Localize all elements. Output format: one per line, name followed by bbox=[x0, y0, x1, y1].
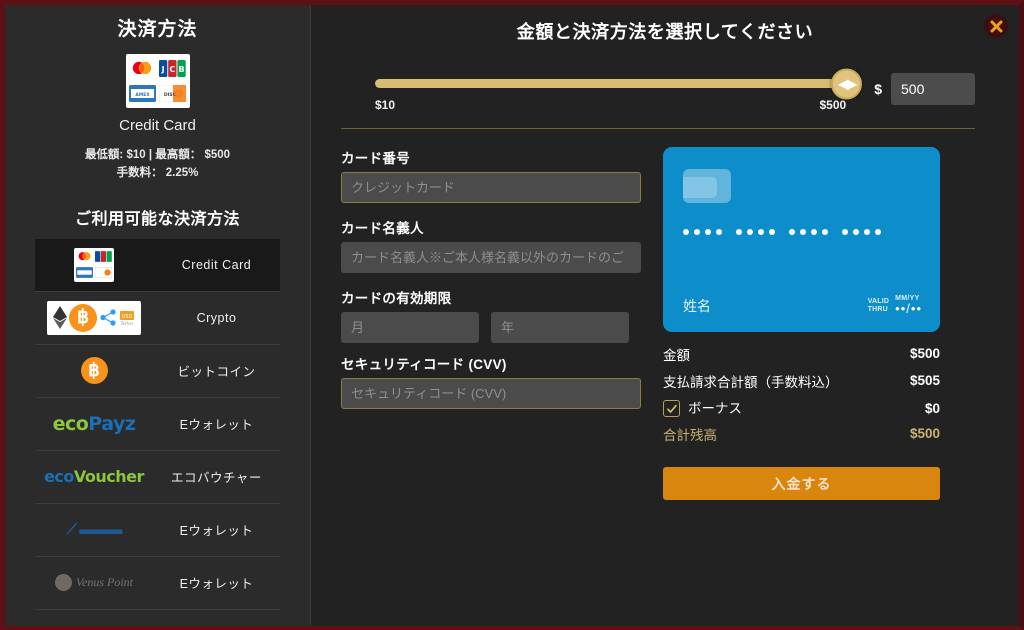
sidebar-title: 決済方法 bbox=[117, 19, 198, 40]
page-title: 金額と決済方法を選択してください bbox=[516, 22, 814, 42]
amount-input[interactable] bbox=[891, 73, 975, 105]
slider-min-label: $10 bbox=[375, 98, 396, 112]
selected-method-label: Credit Card bbox=[119, 117, 196, 134]
summary-value: $500 bbox=[909, 346, 940, 361]
payment-method-ewallet[interactable]: ⟋ ▬▬▬ Eウォレット bbox=[35, 504, 280, 557]
card-name-placeholder: 姓名 bbox=[683, 298, 711, 314]
main-panel: 金額と決済方法を選択してください ◀▶ $10 $500 $ 500 カード番号… bbox=[311, 5, 1019, 626]
bitcoin-icon: ฿ bbox=[35, 345, 153, 397]
close-icon[interactable] bbox=[983, 13, 1009, 39]
mmyy-value: ••/•• bbox=[895, 300, 922, 316]
available-methods-title: ご利用可能な決済方法 bbox=[74, 210, 240, 228]
summary-row-bonus: ボーナス $0 bbox=[663, 399, 940, 419]
cvv-input[interactable] bbox=[341, 378, 641, 409]
amount-slider-area: ◀▶ $10 $500 $ bbox=[311, 44, 1019, 112]
amount-slider[interactable]: ◀▶ $10 $500 bbox=[375, 68, 874, 112]
order-summary: 金額 $500 支払請求合計額（手数料込） $505 ボーナス $0 合計残高 … bbox=[663, 346, 940, 501]
check-icon bbox=[666, 404, 677, 413]
left-right-arrows-icon: ◀▶ bbox=[837, 75, 857, 92]
valid-thru-label: VALID THRU bbox=[868, 298, 889, 316]
payment-methods-sidebar: 決済方法 JCB AMEX DISC Credit Card 最低額: $10 … bbox=[5, 5, 311, 626]
bonus-checkbox[interactable] bbox=[663, 400, 680, 418]
expiry-year-input[interactable] bbox=[491, 312, 629, 343]
payment-method-label: Crypto bbox=[196, 310, 237, 325]
payment-method-ecopayz[interactable]: ecoPayz Eウォレット bbox=[35, 398, 280, 451]
total-label: 合計残高 bbox=[663, 427, 717, 443]
venus-point-icon: Venus Point bbox=[35, 557, 153, 609]
payment-method-list: Credit Card ฿ USD Tether Crypto ฿ ビットコイン… bbox=[5, 238, 310, 610]
total-value: $500 bbox=[909, 425, 940, 441]
card-number-label: カード番号 bbox=[341, 151, 410, 166]
payment-method-credit-card[interactable]: Credit Card bbox=[35, 238, 280, 292]
payment-method-label: Eウォレット bbox=[179, 524, 254, 539]
payment-method-label: ビットコイン bbox=[177, 365, 256, 380]
summary-row-total-charge: 支払請求合計額（手数料込） $505 bbox=[663, 373, 940, 393]
deposit-button[interactable]: 入金する bbox=[663, 467, 940, 501]
svg-text:USD: USD bbox=[122, 314, 133, 320]
slider-track[interactable]: ◀▶ bbox=[375, 68, 863, 99]
payment-method-label: エコバウチャー bbox=[171, 471, 262, 486]
currency-symbol: $ bbox=[874, 81, 882, 97]
amount-field-group: $ bbox=[874, 72, 975, 105]
slider-knob[interactable]: ◀▶ bbox=[831, 68, 863, 99]
card-mmyy: MM/YY ••/•• bbox=[895, 295, 922, 316]
summary-row-amount: 金額 $500 bbox=[663, 346, 940, 366]
payment-method-crypto[interactable]: ฿ USD Tether Crypto bbox=[35, 292, 280, 345]
card-number-input[interactable] bbox=[341, 172, 641, 203]
ecovoucher-icon: ecoVoucher bbox=[44, 467, 144, 487]
selected-method-hero: JCB AMEX DISC bbox=[5, 54, 310, 108]
payment-method-label: Credit Card bbox=[181, 257, 252, 272]
expiry-fields bbox=[341, 312, 641, 343]
payment-method-label: Eウォレット bbox=[179, 418, 254, 433]
payment-modal: 決済方法 JCB AMEX DISC Credit Card 最低額: $10 … bbox=[0, 0, 1024, 630]
svg-text:AMEX: AMEX bbox=[135, 92, 150, 98]
summary-value: $505 bbox=[909, 372, 940, 388]
slider-max-label: $500 bbox=[819, 98, 847, 112]
summary-label: 支払請求合計額（手数料込） bbox=[663, 374, 839, 390]
method-fee-text: 手数料： 2.25% bbox=[116, 166, 199, 179]
svg-text:J: J bbox=[161, 65, 165, 74]
credit-card-preview: 姓名 VALID THRU MM/YY ••/•• bbox=[663, 147, 940, 332]
card-expiry-block: VALID THRU MM/YY ••/•• bbox=[868, 295, 922, 316]
credit-card-brands-logo: JCB AMEX DISC bbox=[125, 54, 190, 108]
payment-method-venus-point[interactable]: Venus Point Eウォレット bbox=[35, 557, 280, 610]
payment-body: カード番号 カード名義人 カードの有効期限 セキュリティコード (CVV) bbox=[311, 129, 1019, 501]
expiry-label: カードの有効期限 bbox=[341, 291, 452, 306]
svg-text:B: B bbox=[179, 65, 185, 74]
card-holder-input[interactable] bbox=[341, 242, 641, 273]
valid-thru-line2: THRU bbox=[867, 305, 888, 313]
card-form: カード番号 カード名義人 カードの有効期限 セキュリティコード (CVV) bbox=[341, 147, 641, 500]
payment-method-label: Eウォレット bbox=[179, 577, 254, 592]
credit-card-brands-icon bbox=[35, 239, 153, 291]
card-bottom-row: 姓名 VALID THRU MM/YY ••/•• bbox=[683, 295, 922, 316]
method-limits-text: 最低額: $10 | 最高額： $500 bbox=[84, 149, 231, 161]
svg-text:C: C bbox=[170, 65, 176, 74]
summary-row-total-balance: 合計残高 $500 bbox=[663, 426, 940, 446]
ewallet-icon: ⟋ ▬▬▬ bbox=[66, 521, 123, 539]
payment-method-bitcoin[interactable]: ฿ ビットコイン bbox=[35, 345, 280, 398]
valid-thru-line1: VALID bbox=[867, 297, 890, 305]
method-limits: 最低額: $10 | 最高額： $500 手数料： 2.25% bbox=[5, 147, 310, 183]
payment-method-ecovoucher[interactable]: ecoVoucher エコバウチャー bbox=[35, 451, 280, 504]
expiry-month-input[interactable] bbox=[341, 312, 479, 343]
card-number-dots bbox=[683, 229, 920, 235]
cvv-label: セキュリティコード (CVV) bbox=[341, 357, 507, 372]
crypto-coins-icon: ฿ USD Tether bbox=[35, 292, 153, 344]
card-chip-icon bbox=[683, 169, 731, 203]
card-preview-and-summary: 姓名 VALID THRU MM/YY ••/•• 金額 $500 支払請求合計… bbox=[663, 147, 975, 501]
svg-text:Tether: Tether bbox=[120, 321, 134, 326]
ecopayz-icon: ecoPayz bbox=[52, 412, 136, 435]
bonus-value: $0 bbox=[924, 401, 940, 417]
summary-label: 金額 bbox=[663, 348, 690, 363]
bonus-label: ボーナス bbox=[688, 401, 742, 417]
card-holder-label: カード名義人 bbox=[341, 221, 424, 236]
slider-scale: $10 $500 bbox=[375, 98, 846, 112]
